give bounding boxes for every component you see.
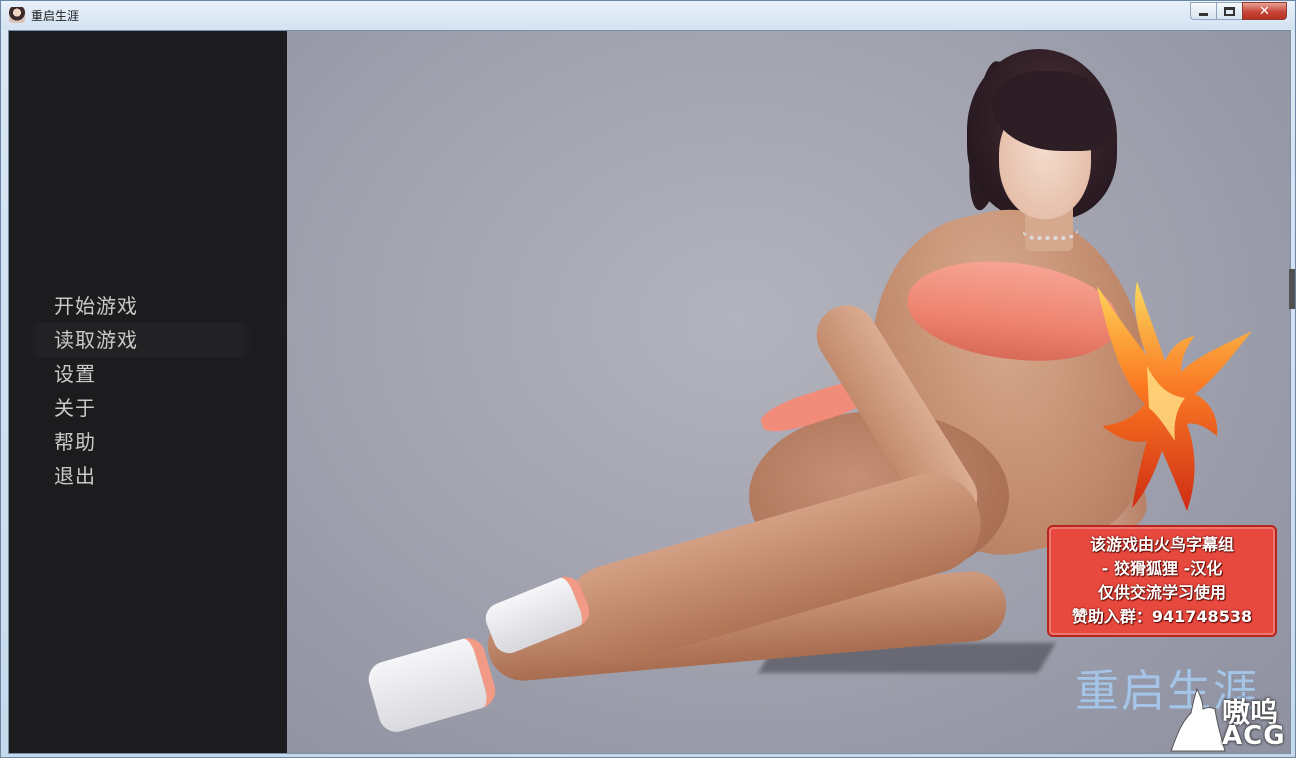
close-icon: ✕ xyxy=(1259,3,1270,19)
main-menu: 开始游戏 读取游戏 设置 关于 帮助 退出 xyxy=(29,289,254,493)
character-shoe-front xyxy=(364,633,500,737)
window-title: 重启生涯 xyxy=(31,9,80,23)
menu-item-load-game[interactable]: 读取游戏 xyxy=(29,323,254,357)
window-edge-handle[interactable] xyxy=(1289,269,1295,309)
menu-item-quit[interactable]: 退出 xyxy=(54,459,254,493)
badge-line: 仅供交流学习使用 xyxy=(1097,583,1226,602)
badge-line: - 狡猾狐狸 -汉化 xyxy=(1101,559,1223,578)
minimize-icon xyxy=(1199,12,1208,16)
subtitle-group-badge: 该游戏由火鸟字幕组 - 狡猾狐狸 -汉化 仅供交流学习使用 赞助入群：94174… xyxy=(1047,525,1277,637)
character-necklace xyxy=(1021,226,1079,240)
window-controls: ✕ xyxy=(1190,2,1287,21)
badge-line: 赞助入群：941748538 xyxy=(1071,607,1253,626)
phoenix-icon xyxy=(1097,281,1252,511)
menu-item-help[interactable]: 帮助 xyxy=(54,425,254,459)
maximize-button[interactable] xyxy=(1216,2,1242,20)
title-screen-artwork: 该游戏由火鸟字幕组 - 狡猾狐狸 -汉化 仅供交流学习使用 赞助入群：94174… xyxy=(287,31,1290,753)
menu-item-start-game[interactable]: 开始游戏 xyxy=(54,289,254,323)
app-window: 重启生涯 ✕ 开始游戏 读取游戏 设置 关于 帮助 退出 该游戏由火鸟字幕组 -… xyxy=(0,0,1296,758)
badge-line: 该游戏由火鸟字幕组 xyxy=(1089,535,1234,554)
main-menu-panel: 开始游戏 读取游戏 设置 关于 帮助 退出 xyxy=(9,31,287,753)
close-button[interactable]: ✕ xyxy=(1242,2,1287,20)
watermark-text: ACG xyxy=(1222,721,1286,751)
game-viewport: 开始游戏 读取游戏 设置 关于 帮助 退出 该游戏由火鸟字幕组 - 狡猾狐狸 -… xyxy=(8,30,1291,754)
character-portrait-icon xyxy=(9,7,25,23)
menu-item-about[interactable]: 关于 xyxy=(54,391,254,425)
title-bar[interactable]: 重启生涯 ✕ xyxy=(1,1,1295,30)
minimize-button[interactable] xyxy=(1190,2,1216,20)
maximize-icon xyxy=(1224,6,1235,16)
menu-item-settings[interactable]: 设置 xyxy=(54,357,254,391)
